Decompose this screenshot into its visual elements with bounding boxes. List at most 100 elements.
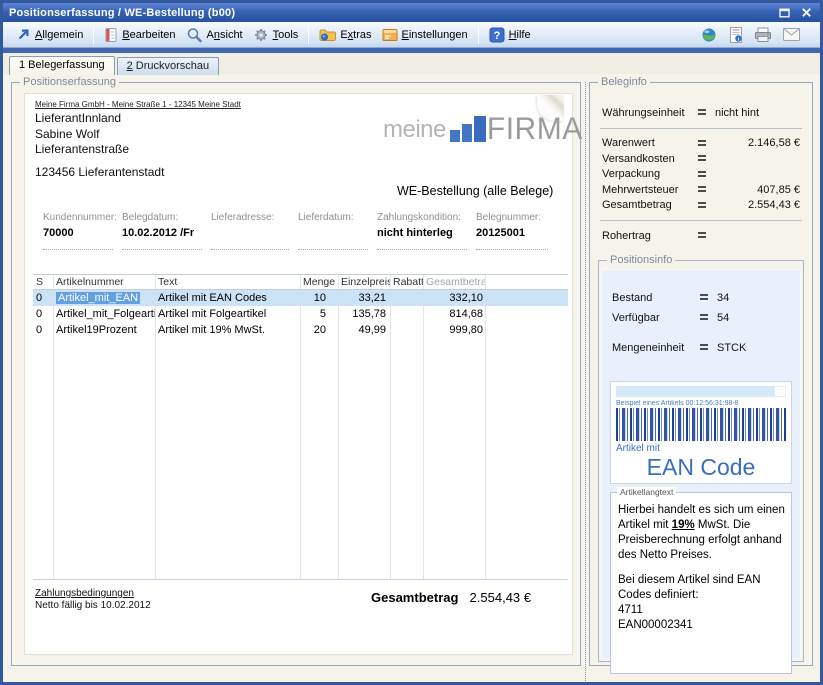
barcode-label-small: Artikel mit: [616, 443, 786, 454]
printer-icon[interactable]: [754, 27, 772, 43]
menu-separator: [478, 26, 479, 44]
equals-icon: [698, 186, 715, 193]
equals-icon: [698, 109, 715, 116]
positionsinfo-row-verfuegbar: Verfügbar 54: [610, 308, 792, 328]
restore-icon: [778, 7, 791, 19]
col-header-menge: Menge: [300, 275, 338, 289]
equals-icon: [700, 294, 717, 301]
col-header-artikelnummer: Artikelnummer: [53, 275, 155, 289]
titlebar: Positionserfassung / WE-Bestellung (b00): [3, 3, 820, 22]
positionsinfo-panel: Bestand 34 Verfügbar 54 Mengeneinheit ST…: [601, 269, 801, 659]
close-window-button[interactable]: [798, 6, 814, 19]
artikellangtext-text: Hierbei handelt es sich um einen Artikel…: [618, 503, 786, 633]
ean-barcode-preview: Beispiel eines Artikels 00:12:56:31:98-8…: [610, 381, 792, 484]
beleginfo-row-waehrungseinheit: Währungseinheit nicht hint: [598, 105, 804, 121]
total-label: Gesamtbetrag: [371, 590, 458, 605]
equals-icon: [698, 171, 715, 178]
col-header-gesamtbetrag: Gesamtbetrag: [423, 275, 485, 289]
divider: [600, 220, 802, 221]
beleginfo-row-gesamtbetrag: Gesamtbetrag 2.554,43 €: [598, 198, 804, 214]
folder-icon: [319, 28, 336, 42]
gear-icon: [253, 27, 269, 43]
window-title: Positionserfassung / WE-Bestellung (b00): [9, 7, 235, 19]
document-title: WE-Bestellung (alle Belege): [397, 184, 553, 198]
equals-icon: [700, 344, 717, 351]
main-content: Positionserfassung Meine Firma GmbH - Me…: [3, 74, 820, 685]
positionsinfo-group: Positionsinfo Bestand 34 Verfügbar 54: [598, 260, 804, 662]
total-value: 2.554,43 €: [470, 590, 531, 605]
svg-text:?: ?: [493, 30, 500, 42]
group-title: Artikellangtext: [617, 487, 676, 497]
barcode-card-header: [616, 386, 786, 397]
positionsinfo-row-mengeneinheit: Mengeneinheit STCK: [610, 338, 792, 358]
barcode-label-big: EAN Code: [616, 455, 786, 480]
menu-bearbeiten[interactable]: Bearbeiten: [99, 25, 180, 45]
company-logo: meine FIRMA: [383, 116, 583, 143]
field-belegdatum[interactable]: Belegdatum: 10.02.2012 /Fr: [122, 212, 202, 250]
equals-icon: [698, 202, 715, 209]
mail-icon[interactable]: [783, 28, 800, 41]
recipient-city: 123456 Lieferantenstadt: [35, 165, 164, 179]
zahlungsbedingungen-link[interactable]: Zahlungsbedingungen: [35, 588, 134, 599]
table-row[interactable]: 0 Artikel19Prozent Artikel mit 19% MwSt.…: [33, 322, 568, 338]
table-row[interactable]: 0 Artikel_mit_Folgeartikel Artikel mit F…: [33, 306, 568, 322]
col-header-s: S: [33, 275, 53, 289]
field-belegnummer[interactable]: Belegnummer: 20125001: [476, 212, 548, 250]
table-header-row: S Artikelnummer Text Menge Einzelpreis R…: [33, 275, 568, 290]
document-info-icon[interactable]: i: [729, 27, 743, 43]
field-kundennummer[interactable]: Kundennummer: 70000: [43, 212, 113, 250]
field-zahlungskondition[interactable]: Zahlungskondition: nicht hinterleg: [377, 212, 467, 250]
close-icon: [801, 7, 812, 18]
tab-belegerfassung[interactable]: 1 Belegerfassung: [9, 56, 115, 75]
field-lieferadresse[interactable]: Lieferadresse:: [211, 212, 289, 250]
menu-tools[interactable]: Tools: [248, 25, 304, 45]
tab-bar: 1 Belegerfassung 2 Druckvorschau: [3, 53, 820, 74]
table-row[interactable]: 0 Artikel_mit_EAN Artikel mit EAN Codes …: [33, 290, 568, 306]
beleginfo-row-warenwert: Warenwert 2.146,58 €: [598, 136, 804, 152]
menu-allgemein[interactable]: Allgemein: [11, 25, 88, 44]
logo-bars-icon: [450, 116, 486, 142]
artikellangtext-group[interactable]: Artikellangtext Hierbei handelt es sich …: [610, 492, 792, 674]
beleginfo-row-versandkosten: Versandkosten: [598, 151, 804, 167]
help-icon: ?: [489, 27, 505, 43]
recipient-line: Sabine Wolf: [35, 127, 129, 143]
tab-druckvorschau[interactable]: 2 Druckvorschau: [117, 57, 220, 75]
barcode-icon: [616, 408, 786, 441]
group-title: Positionserfassung: [20, 76, 119, 88]
equals-icon: [698, 155, 715, 162]
positionsinfo-row-bestand: Bestand 34: [610, 288, 792, 308]
divider: [600, 128, 802, 129]
selected-cell: Artikel_mit_EAN: [56, 292, 140, 304]
group-title: Beleginfo: [598, 76, 650, 88]
settings-icon: [382, 28, 398, 42]
col-header-rabatt: Rabatt.: [390, 275, 423, 289]
beleginfo-row-verpackung: Verpackung: [598, 167, 804, 183]
menu-extras[interactable]: Extras: [314, 26, 376, 44]
group-title: Positionsinfo: [607, 254, 675, 266]
sender-line: Meine Firma GmbH - Meine Straße 1 - 1234…: [35, 100, 241, 109]
equals-icon: [698, 232, 715, 239]
barcode-caption: Beispiel eines Artikels 00:12:56:31:98-8: [616, 400, 786, 407]
globe-icon[interactable]: [700, 27, 718, 43]
col-header-text: Text: [155, 275, 300, 289]
menu-hilfe[interactable]: ? Hilfe: [484, 25, 536, 45]
arrow-ne-icon: [16, 27, 31, 42]
magnifier-icon: [186, 27, 203, 43]
col-header-einzelpreis: Einzelpreis: [338, 275, 390, 289]
logo-word-right: FIRMA: [487, 115, 583, 143]
restore-window-button[interactable]: [776, 6, 792, 19]
field-lieferdatum[interactable]: Lieferdatum:: [298, 212, 368, 250]
recipient-line: LieferantInnland: [35, 111, 129, 127]
positionserfassung-group: Positionserfassung Meine Firma GmbH - Me…: [11, 82, 581, 666]
terms-note: Netto fällig bis 10.02.2012: [35, 600, 151, 611]
recipient-line: Lieferantenstraße: [35, 142, 129, 158]
beleginfo-row-rohertrag: Rohertrag: [598, 228, 804, 244]
menu-einstellungen[interactable]: Einstellungen: [377, 26, 473, 44]
menu-ansicht[interactable]: Ansicht: [181, 25, 248, 45]
equals-icon: [698, 140, 715, 147]
beleginfo-row-mehrwertsteuer: Mehrwertsteuer 407,85 €: [598, 182, 804, 198]
recipient-address: LieferantInnland Sabine Wolf Lieferanten…: [35, 111, 129, 158]
menu-separator: [93, 26, 94, 44]
beleginfo-group: Beleginfo Währungseinheit nicht hint War…: [589, 82, 813, 666]
document-fields: Kundennummer: 70000 Belegdatum: 10.02.20…: [43, 212, 548, 250]
